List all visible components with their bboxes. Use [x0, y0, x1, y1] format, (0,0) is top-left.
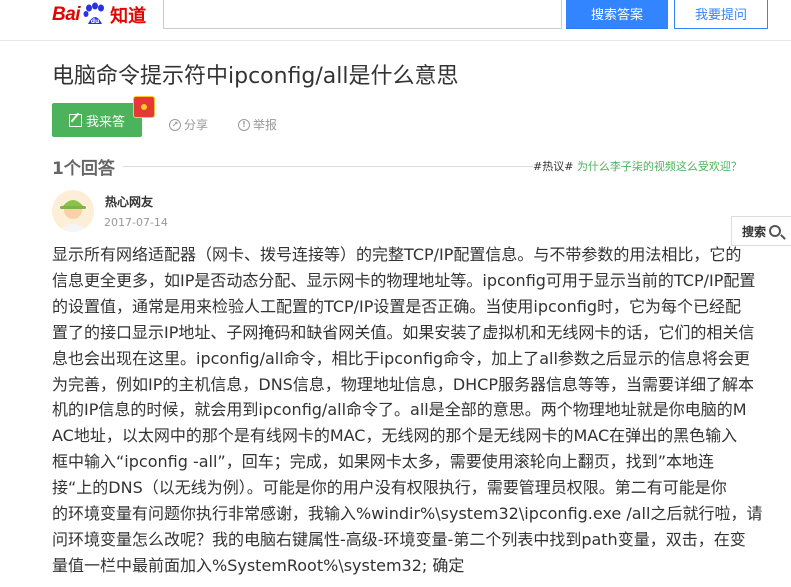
answer-line: 机的IP信息的时候，就会用到ipconfig/all命令了。all是全部的意思。… — [52, 400, 747, 420]
paw-icon: du — [81, 2, 109, 28]
hot-topic-tag: #热议# — [533, 160, 574, 173]
answer-line: 信息更全更多，如IP是否动态分配、显示网卡的物理地址等。ipconfig可用于显… — [52, 270, 756, 290]
edit-icon — [68, 113, 82, 127]
answer-date: 2017-07-14 — [104, 216, 168, 229]
share-icon: ↗ — [169, 118, 181, 131]
answer-line: 显示所有网络适配器（网卡、拨号连接等）的完整TCP/IP配置信息。与不带参数的用… — [52, 245, 742, 264]
user-name[interactable]: 热心网友 — [105, 193, 153, 210]
search-icon — [769, 225, 781, 237]
answer-button[interactable]: 我来答 — [52, 103, 142, 137]
side-search-label: 搜索 — [741, 224, 766, 239]
baidu-zhidao-logo[interactable]: Bai du 知道 — [52, 1, 146, 29]
answer-line: 为完善，例如IP的主机信息，DNS信息，物理地址信息，DHCP服务器信息等等，当… — [52, 374, 754, 394]
share-label: 分享 — [184, 118, 209, 132]
answer-line: 的环境变量有问题你执行非常感谢，我输入%windir%\system32\ipc… — [52, 504, 763, 524]
report-icon: ! — [238, 118, 250, 131]
question-title: 电脑命令提示符中ipconfig/all是什么意思 — [52, 64, 459, 89]
answer-line: 接“上的DNS（以无线为例）。可能是你的用户没有权限执行，需要管理员权限。第二有… — [52, 478, 727, 498]
logo-bai-text: Bai — [52, 4, 81, 25]
hot-topic-link[interactable]: 为什么李子柒的视频这么受欢迎？ — [577, 160, 742, 173]
user-avatar-icon — [52, 190, 94, 232]
answer-line: AC地址，以太网中的那个是有线网卡的MAC，无线网的那个是无线网卡的MAC在弹出… — [52, 426, 738, 446]
answer-count: 1个回答 — [52, 159, 115, 179]
report-label: 举报 — [253, 118, 278, 132]
red-envelope-icon — [133, 96, 155, 118]
answer-line: 息也会出现在这里。ipconfig/all命令，相比于ipconfig命令，加上… — [52, 348, 750, 368]
answer-line: 的设置值，通常是用来检验人工配置的TCP/IP设置是否正确。当使用ipconfi… — [52, 296, 741, 316]
search-input[interactable] — [163, 0, 562, 29]
top-bar: Bai du 知道 搜索答案 我要提问 — [0, 0, 791, 41]
answer-button-label: 我来答 — [85, 114, 125, 130]
logo-zhidao-text: 知道 — [110, 6, 147, 27]
divider — [123, 166, 533, 167]
share-link[interactable]: ↗ 分享 — [169, 116, 208, 133]
answer-line: 框中输入“ipconfig -all”，回车；完成，如果网卡太多，需要使用滚轮向… — [52, 452, 714, 472]
report-link[interactable]: ! 举报 — [238, 116, 277, 133]
answer-line: 量值一栏中最前面加入%SystemRoot%\system32; 确定 — [52, 555, 465, 575]
hot-topic[interactable]: #热议# 为什么李子柒的视频这么受欢迎？ — [533, 158, 742, 174]
answer-line: 置了的接口显示IP地址、子网掩码和缺省网关值。如果安装了虚拟机和无线网卡的话，它… — [52, 322, 755, 342]
search-answer-button[interactable]: 搜索答案 — [566, 0, 668, 29]
answer-content: 显示所有网络适配器（网卡、拨号连接等）的完整TCP/IP配置信息。与不带参数的用… — [52, 242, 763, 579]
ask-question-button[interactable]: 我要提问 — [674, 0, 768, 29]
avatar[interactable] — [52, 190, 94, 232]
svg-text:du: du — [91, 18, 100, 25]
answer-line: 问环境变量怎么改呢？我的电脑右键属性-高级-环境变量-第二个列表中找到path变… — [52, 529, 746, 549]
